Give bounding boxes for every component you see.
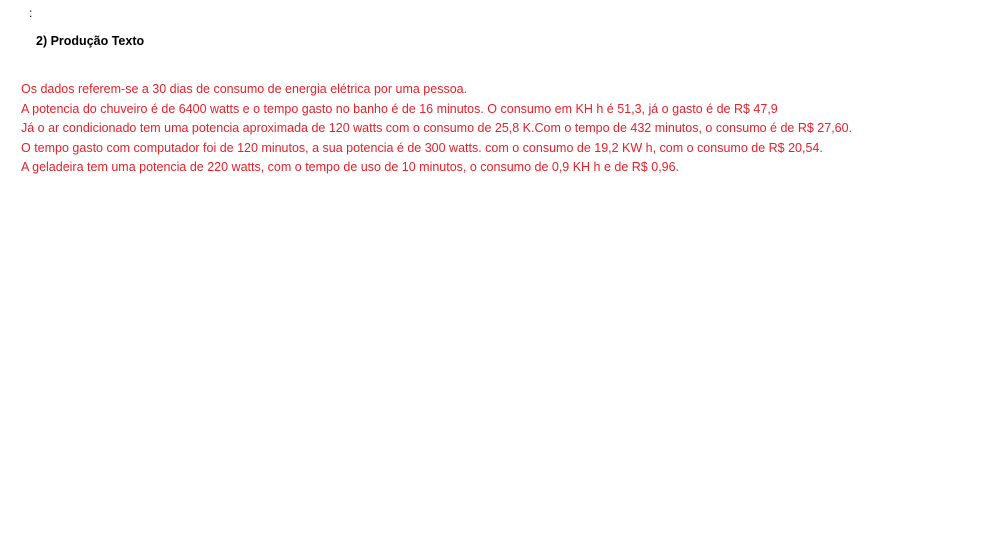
paragraph-geladeira: A geladeira tem uma potencia de 220 watt… [21,160,680,174]
body-text: Os dados referem-se a 30 dias de consumo… [21,80,852,178]
paragraph-intro: Os dados referem-se a 30 dias de consumo… [21,82,468,96]
paragraph-ar-condicionado: Já o ar condicionado tem uma potencia ap… [21,121,853,135]
document-page: : 2) Produção Texto Os dados referem-se … [0,0,983,555]
paragraph-computador: O tempo gasto com computador foi de 120 … [21,140,823,155]
colon-mark: : [29,6,33,20]
paragraph-chuveiro: A potencia do chuveiro é de 6400 watts e… [21,101,778,116]
section-heading: 2) Produção Texto [36,34,145,48]
